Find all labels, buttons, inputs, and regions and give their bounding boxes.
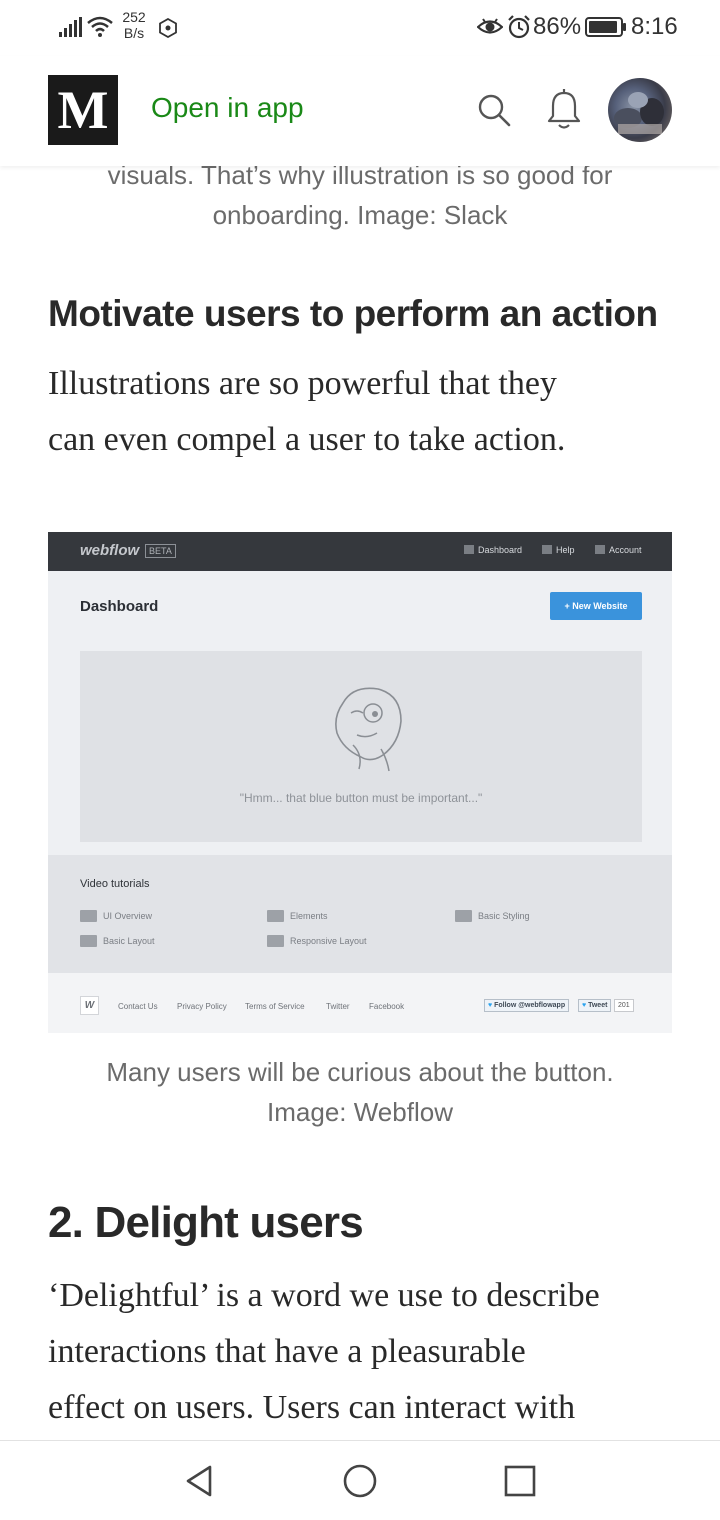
webflow-navbar: webflow BETA Dashboard Help Account	[48, 532, 672, 571]
webflow-new-website-button: + New Website	[550, 592, 642, 620]
play-icon	[80, 935, 97, 947]
alarm-icon	[508, 15, 530, 39]
help-icon	[542, 545, 552, 554]
status-bar: 252 B/s 86% 8:16	[0, 0, 720, 56]
play-icon	[267, 935, 284, 947]
system-navigation-bar	[0, 1440, 720, 1520]
avatar-photo	[614, 92, 664, 134]
home-icon[interactable]	[340, 1461, 380, 1501]
signal-icon	[59, 17, 82, 37]
medium-logo[interactable]: M	[48, 75, 118, 145]
wifi-icon	[87, 16, 113, 37]
webflow-footer-link: Contact Us	[118, 1002, 158, 1011]
section-heading-delight: 2. Delight users	[48, 1198, 364, 1247]
webflow-empty-panel: "Hmm... that blue button must be importa…	[80, 651, 642, 842]
play-icon	[455, 910, 472, 922]
webflow-video-item: Elements	[267, 910, 328, 922]
webflow-footer-link: Terms of Service	[245, 1002, 305, 1011]
network-speed-value: 252	[122, 9, 146, 25]
network-speed-unit: B/s	[123, 25, 145, 41]
paragraph-line: Illustrations are so powerful that they	[48, 365, 557, 402]
twitter-bird-icon: ♥	[488, 1002, 493, 1009]
dashboard-icon	[464, 545, 474, 554]
battery-icon	[585, 17, 626, 37]
back-icon[interactable]	[180, 1461, 220, 1501]
webflow-footer-logo: W	[80, 996, 99, 1015]
caption-line: onboarding. Image: Slack	[212, 200, 508, 230]
paragraph-delight: ‘Delightful’ is a word we use to describ…	[48, 1268, 678, 1436]
recent-apps-icon[interactable]	[500, 1461, 540, 1501]
webflow-nav-dashboard: Dashboard	[464, 545, 522, 555]
image-caption-webflow: Many users will be curious about the but…	[40, 1052, 680, 1132]
webflow-footer-link: Twitter	[326, 1002, 350, 1011]
open-in-app-link[interactable]: Open in app	[151, 92, 304, 124]
paragraph-line: interactions that have a pleasurable	[48, 1333, 526, 1370]
image-caption-slack: visuals. That’s why illustration is so g…	[40, 155, 680, 235]
webflow-footer-link: Facebook	[369, 1002, 405, 1011]
play-icon	[267, 910, 284, 922]
paragraph-motivate: Illustrations are so powerful that they …	[48, 356, 678, 468]
webflow-dashboard-image[interactable]: webflow BETA Dashboard Help Account Dash…	[48, 532, 672, 1033]
webflow-follow-button: ♥ Follow @webflowapp	[484, 999, 570, 1012]
bell-icon[interactable]	[544, 88, 584, 132]
paragraph-line: effect on users. Users can interact with	[48, 1389, 576, 1426]
battery-percent: 86%	[533, 13, 582, 40]
webflow-video-item: Responsive Layout	[267, 935, 367, 947]
thinking-face-icon	[335, 687, 402, 772]
webflow-nav-help: Help	[542, 545, 575, 555]
section-heading-motivate: Motivate users to perform an action	[48, 293, 658, 334]
clock: 8:16	[631, 13, 678, 40]
avatar[interactable]	[608, 78, 672, 142]
webflow-empty-quote: "Hmm... that blue button must be importa…	[239, 791, 483, 805]
play-icon	[80, 910, 97, 922]
eye-icon	[477, 18, 503, 34]
webflow-footer: W Contact Us Privacy Policy Terms of Ser…	[48, 973, 672, 1033]
paragraph-line: can even compel a user to take action.	[48, 421, 566, 458]
caption-line: Many users will be curious about the but…	[106, 1057, 614, 1087]
twitter-bird-icon: ♥	[582, 1002, 587, 1009]
webflow-tweet-button: ♥ Tweet	[578, 999, 612, 1012]
webflow-beta-badge: BETA	[145, 544, 176, 558]
webflow-tweet-count: 201	[614, 999, 634, 1012]
webflow-nav-account: Account	[595, 545, 642, 555]
account-icon	[595, 545, 605, 554]
network-speed: 252 B/s	[118, 9, 150, 41]
webflow-video-item: Basic Layout	[80, 935, 155, 947]
paragraph-line: ‘Delightful’ is a word we use to describ…	[48, 1277, 600, 1314]
hexagon-icon	[159, 18, 177, 38]
webflow-video-item: UI Overview	[80, 910, 152, 922]
webflow-video-tutorials: Video tutorials UI Overview Elements Bas…	[48, 855, 672, 973]
webflow-logo: webflow	[80, 542, 140, 559]
medium-header: M Open in app	[0, 56, 720, 166]
webflow-dashboard-title: Dashboard	[80, 598, 159, 615]
webflow-video-title: Video tutorials	[80, 878, 150, 890]
webflow-video-item: Basic Styling	[455, 910, 530, 922]
webflow-footer-link: Privacy Policy	[177, 1002, 227, 1011]
caption-line: Image: Webflow	[267, 1097, 453, 1127]
search-icon[interactable]	[474, 90, 514, 130]
